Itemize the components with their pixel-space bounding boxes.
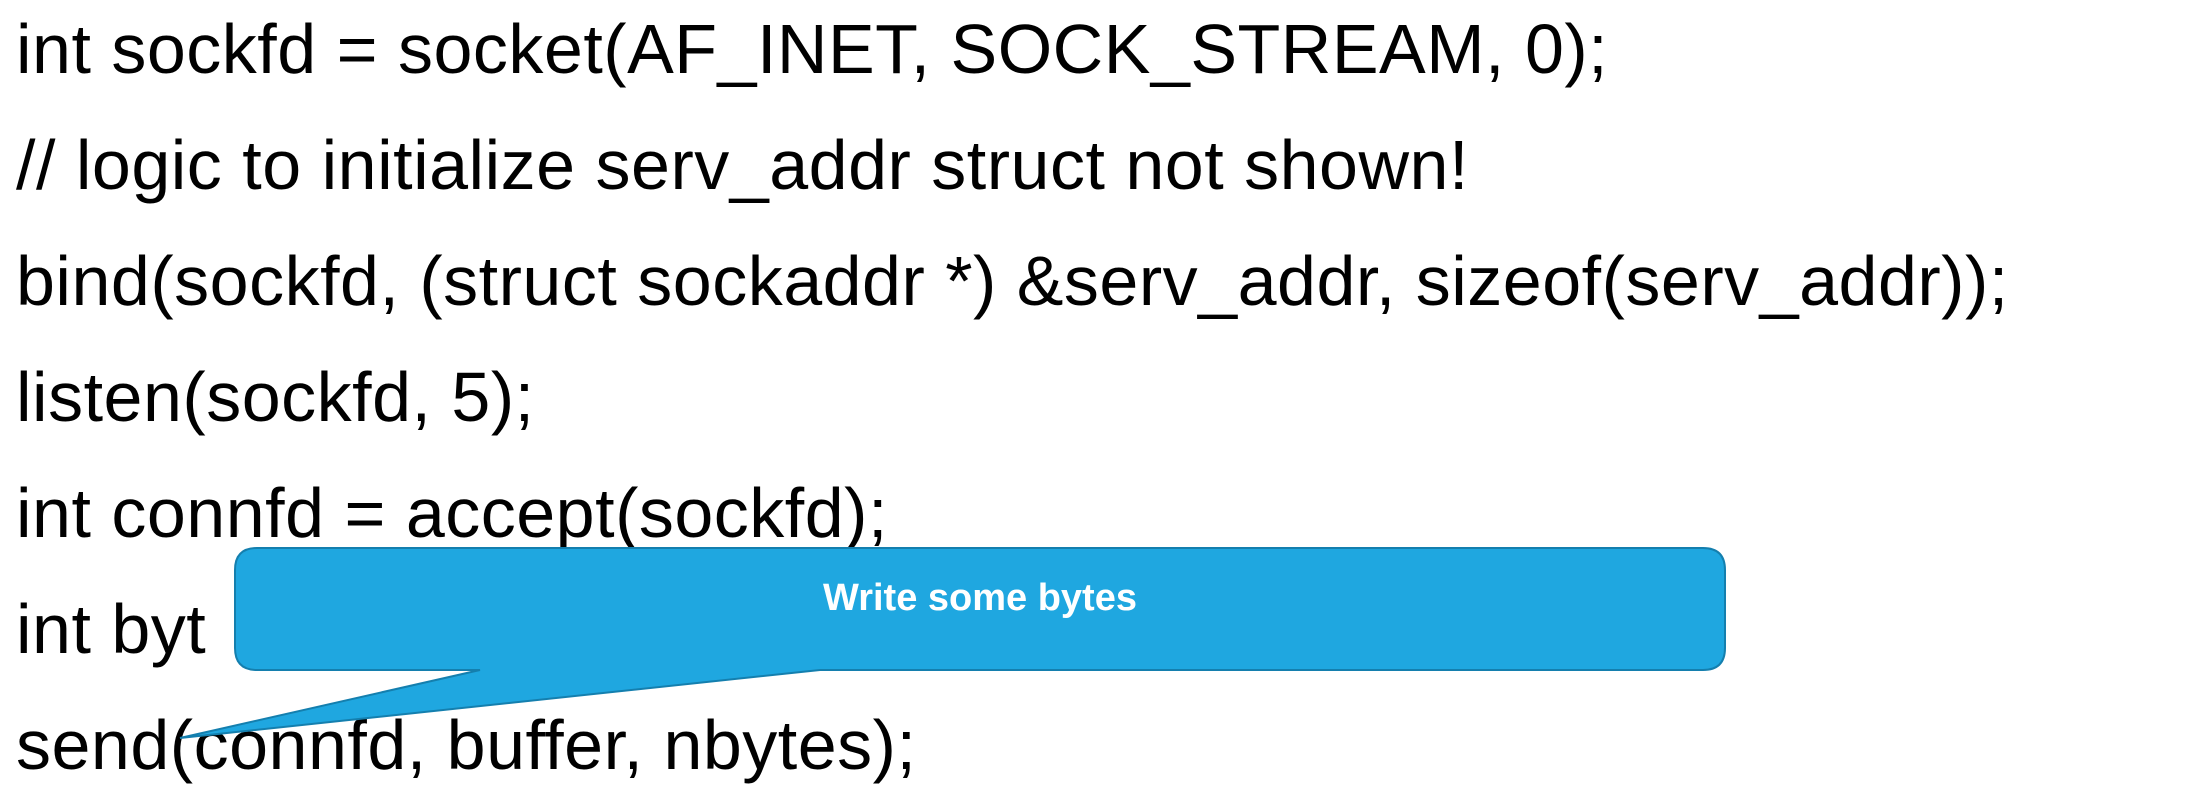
code-line-socket: int sockfd = socket(AF_INET, SOCK_STREAM… bbox=[16, 10, 1609, 88]
code-block: int sockfd = socket(AF_INET, SOCK_STREAM… bbox=[0, 0, 2208, 794]
code-line-accept: int connfd = accept(sockfd); bbox=[16, 474, 888, 552]
code-line-bind: bind(sockfd, (struct sockaddr *) &serv_a… bbox=[16, 242, 2009, 320]
code-line-comment: // logic to initialize serv_addr struct … bbox=[16, 126, 1469, 204]
code-line-listen: listen(sockfd, 5); bbox=[16, 358, 535, 436]
code-line-send: send(connfd, buffer, nbytes); bbox=[16, 706, 917, 784]
code-line-bytes: int byt bbox=[16, 590, 207, 668]
